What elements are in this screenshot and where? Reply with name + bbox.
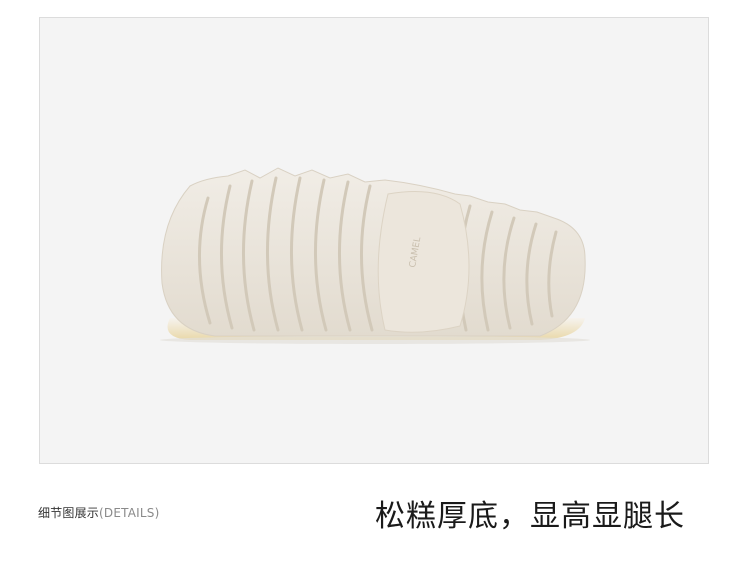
ground-shadow bbox=[160, 336, 590, 344]
product-photo: CAMEL bbox=[39, 17, 709, 464]
sole-center-pad bbox=[377, 191, 470, 333]
section-label-en: (DETAILS) bbox=[99, 506, 160, 520]
section-label: 细节图展示 bbox=[38, 506, 100, 520]
sole-outline bbox=[161, 167, 586, 337]
sandal-sole-illustration: CAMEL bbox=[160, 167, 590, 344]
product-headline: 松糕厚底，显高显腿长 bbox=[375, 499, 685, 534]
section-caption: 细节图展示(DETAILS) bbox=[38, 504, 159, 521]
